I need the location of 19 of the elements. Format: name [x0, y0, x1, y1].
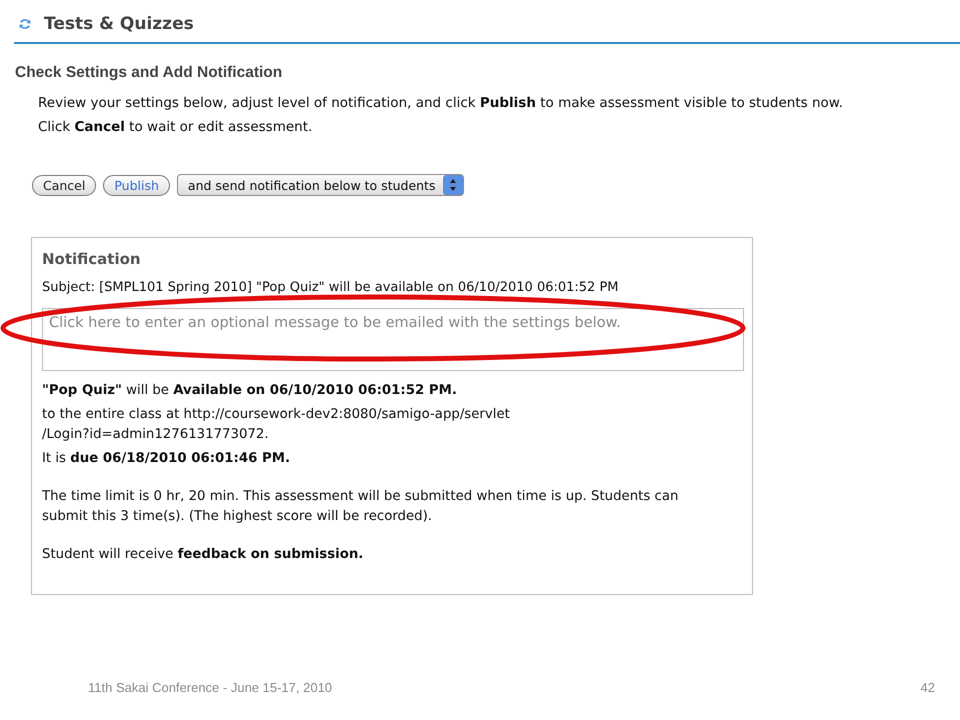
footer-text: 11th Sakai Conference - June 15-17, 2010 [88, 680, 332, 695]
page-heading: Check Settings and Add Notification [15, 64, 284, 82]
settings-text: The time limit is 0 hr, 20 min. This assessment will be submitted when time is up. Students can submit this 3 time(s). (The highest score will be recorded). [42, 488, 680, 526]
notification-title: Notification [42, 250, 142, 268]
publish-button[interactable]: Publish [103, 174, 170, 196]
refresh-icon [18, 17, 32, 31]
message-field[interactable]: Click here to enter an optional message to be emailed with the settings below. [42, 308, 744, 371]
page-number: 42 [920, 680, 935, 695]
settings-text: "Pop Quiz" will be Available on 06/10/2010 06:01:52 PM. [42, 382, 458, 400]
notification-select[interactable]: and send notification below to students [176, 174, 464, 196]
settings-text: Student will receive feedback on submission. [42, 546, 364, 564]
instruction-text: Click Cancel to wait or edit assessment. [38, 118, 314, 136]
settings-text: It is due 06/18/2010 06:01:46 PM. [42, 450, 292, 468]
settings-text: to the entire class at http://coursework-dev2:8080/samigo-app/servlet /Login?id=admin1276131773072. [42, 406, 511, 444]
instruction-text: Review your settings below, adjust level of notification, and click Publish to make assessment visible to students now. [38, 94, 844, 112]
cancel-button[interactable]: Cancel [32, 174, 96, 196]
stepper-icon [443, 175, 464, 195]
tool-title: Tests & Quizzes [44, 14, 194, 34]
subject-text: Subject: [SMPL101 Spring 2010] "Pop Quiz" will be available on 06/10/2010 06:01:52 PM [42, 280, 620, 295]
